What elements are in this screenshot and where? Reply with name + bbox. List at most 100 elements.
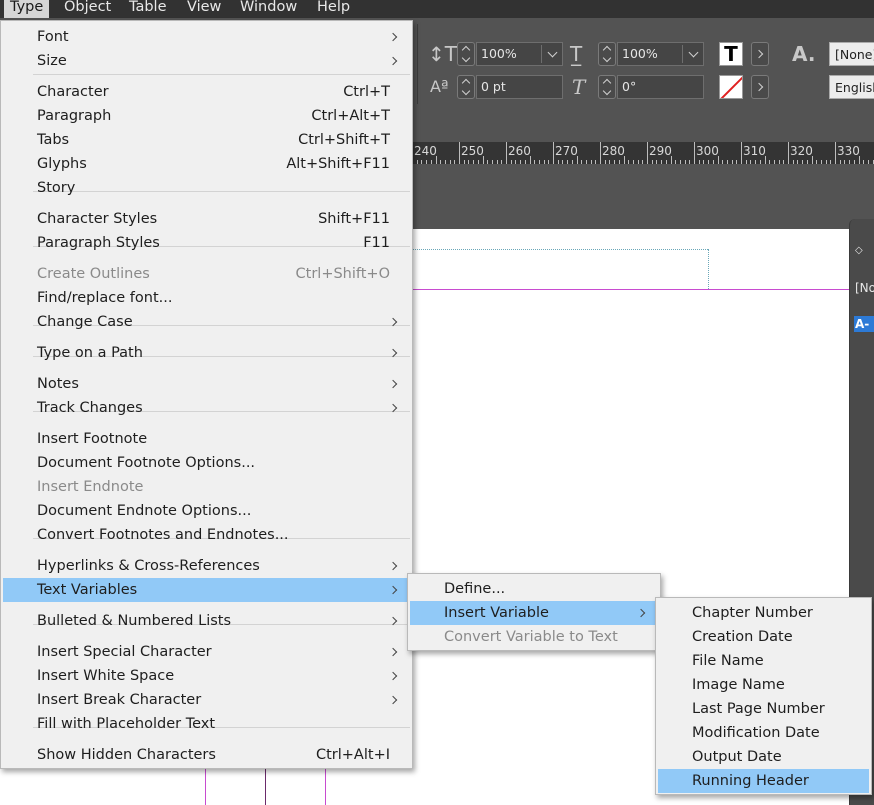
chevron-right-icon: [388, 317, 398, 327]
panel-selected-master[interactable]: A-P: [854, 316, 874, 332]
menu-item-label: Character Styles: [37, 211, 158, 227]
menu-item-convert-footnotes-and-endnotes[interactable]: Convert Footnotes and Endnotes...: [3, 523, 410, 547]
fill-swatch-menu-button[interactable]: [751, 42, 769, 66]
menu-item-label: Notes: [37, 376, 79, 392]
menu-item-label: Fill with Placeholder Text: [37, 716, 216, 732]
baseline-shift-field[interactable]: 0 pt: [476, 75, 563, 99]
chevron-right-icon: [388, 647, 398, 657]
menu-item-define[interactable]: Define...: [410, 577, 658, 601]
horizontal-scale-field[interactable]: 100%: [617, 42, 704, 66]
menu-item-label: Chapter Number: [692, 605, 813, 621]
menu-item-label: Type on a Path: [37, 345, 143, 361]
menu-object[interactable]: Object: [58, 0, 117, 18]
stroke-swatch-menu-button[interactable]: [751, 75, 769, 99]
baseline-shift-icon: Aª: [430, 77, 449, 96]
menu-window[interactable]: Window: [234, 0, 303, 18]
menu-item-label: Convert Footnotes and Endnotes...: [37, 527, 289, 543]
menu-item-label: Find/replace font...: [37, 290, 173, 306]
menu-item-notes[interactable]: Notes: [3, 372, 410, 396]
menu-item-paragraph[interactable]: Paragraph Ctrl+Alt+T: [3, 104, 410, 128]
menu-item-size[interactable]: Size: [3, 49, 410, 73]
menu-item-label: Insert Special Character: [37, 644, 212, 660]
menu-item-chapter-number[interactable]: Chapter Number: [658, 601, 869, 625]
menu-item-tabs[interactable]: Tabs Ctrl+Shift+T: [3, 128, 410, 152]
menu-item-shortcut: Ctrl+T: [343, 84, 390, 100]
menu-item-label: Bulleted & Numbered Lists: [37, 613, 232, 629]
ruler-label: 270: [555, 144, 578, 158]
menu-item-label: Hyperlinks & Cross-References: [37, 558, 260, 574]
menu-item-show-hidden-characters[interactable]: Show Hidden Characters Ctrl+Alt+I: [3, 743, 410, 767]
chevron-right-icon: [388, 585, 398, 595]
menu-help[interactable]: Help: [311, 0, 356, 18]
vertical-scale-stepper[interactable]: [457, 42, 475, 66]
menu-item-fill-with-placeholder-text[interactable]: Fill with Placeholder Text: [3, 712, 410, 736]
chevron-down-icon[interactable]: [547, 47, 558, 58]
chevron-right-icon: [388, 32, 398, 42]
menu-item-label: Size: [37, 53, 67, 69]
menu-item-output-date[interactable]: Output Date: [658, 745, 869, 769]
menu-item-document-footnote-options[interactable]: Document Footnote Options...: [3, 451, 410, 475]
ruler-major-tick: [647, 142, 648, 164]
baseline-shift-stepper[interactable]: [457, 75, 475, 99]
panel-stepper-icon[interactable]: ◇: [855, 245, 863, 256]
skew-stepper[interactable]: [598, 75, 616, 99]
menu-item-label: Insert Variable: [444, 605, 549, 621]
chevron-down-icon[interactable]: [688, 47, 699, 58]
menu-item-bulleted-and-numbered-lists[interactable]: Bulleted & Numbered Lists: [3, 609, 410, 633]
menu-item-last-page-number[interactable]: Last Page Number: [658, 697, 869, 721]
character-style-field[interactable]: [None]: [829, 42, 874, 66]
menu-item-hyperlinks-and-cross-references[interactable]: Hyperlinks & Cross-References: [3, 554, 410, 578]
menu-item-creation-date[interactable]: Creation Date: [658, 625, 869, 649]
menu-item-label: Tabs: [37, 132, 70, 148]
menu-item-document-endnote-options[interactable]: Document Endnote Options...: [3, 499, 410, 523]
skew-field[interactable]: 0°: [617, 75, 704, 99]
menu-item-find-replace-font[interactable]: Find/replace font...: [3, 286, 410, 310]
chevron-right-icon: [388, 695, 398, 705]
menu-item-shortcut: Ctrl+Shift+T: [298, 132, 390, 148]
menu-item-character[interactable]: Character Ctrl+T: [3, 80, 410, 104]
menu-item-character-styles[interactable]: Character Styles Shift+F11: [3, 207, 410, 231]
menu-view[interactable]: View: [181, 0, 227, 18]
menu-item-story[interactable]: Story: [3, 176, 410, 200]
menu-item-label: Track Changes: [37, 400, 143, 416]
language-field[interactable]: English: [829, 75, 874, 99]
menu-item-glyphs[interactable]: Glyphs Alt+Shift+F11: [3, 152, 410, 176]
menu-item-label: Font: [37, 29, 69, 45]
menu-item-type-on-a-path[interactable]: Type on a Path: [3, 341, 410, 365]
vertical-scale-field[interactable]: 100%: [476, 42, 563, 66]
menu-separator: [33, 74, 410, 75]
vertical-scale-icon: ↕T: [428, 42, 457, 66]
menu-table[interactable]: Table: [123, 0, 173, 18]
ruler-major-tick: [506, 142, 507, 164]
menu-item-font[interactable]: Font: [3, 25, 410, 49]
menu-item-running-header[interactable]: Running Header: [658, 769, 869, 793]
menu-item-insert-variable[interactable]: Insert Variable: [410, 601, 658, 625]
fill-color-swatch[interactable]: T: [719, 42, 743, 66]
menu-item-insert-white-space[interactable]: Insert White Space: [3, 664, 410, 688]
menu-item-insert-break-character[interactable]: Insert Break Character: [3, 688, 410, 712]
menu-type[interactable]: Type: [4, 0, 50, 18]
menu-item-label: Create Outlines: [37, 266, 150, 282]
vertical-scale-value: 100%: [481, 46, 517, 61]
stroke-color-swatch[interactable]: [719, 75, 743, 99]
menu-item-insert-special-character[interactable]: Insert Special Character: [3, 640, 410, 664]
menu-item-label: Change Case: [37, 314, 133, 330]
menu-item-paragraph-styles[interactable]: Paragraph Styles F11: [3, 231, 410, 255]
horizontal-scale-stepper[interactable]: [598, 42, 616, 66]
menu-item-file-name[interactable]: File Name: [658, 649, 869, 673]
menu-item-text-variables[interactable]: Text Variables: [3, 578, 410, 602]
menu-bar: Type Object Table View Window Help: [0, 0, 874, 18]
menu-item-label: Output Date: [692, 749, 782, 765]
menu-item-insert-footnote[interactable]: Insert Footnote: [3, 427, 410, 451]
menu-item-image-name[interactable]: Image Name: [658, 673, 869, 697]
divider: [541, 45, 542, 63]
ruler-label: 280: [602, 144, 625, 158]
menu-item-track-changes[interactable]: Track Changes: [3, 396, 410, 420]
menu-item-label: Paragraph: [37, 108, 112, 124]
menu-item-change-case[interactable]: Change Case: [3, 310, 410, 334]
menu-item-modification-date[interactable]: Modification Date: [658, 721, 869, 745]
menu-item-label: Last Page Number: [692, 701, 825, 717]
ruler-major-tick: [553, 142, 554, 164]
text-variables-submenu: Define... Insert Variable Convert Variable…: [407, 573, 661, 651]
ruler-major-tick: [459, 142, 460, 164]
